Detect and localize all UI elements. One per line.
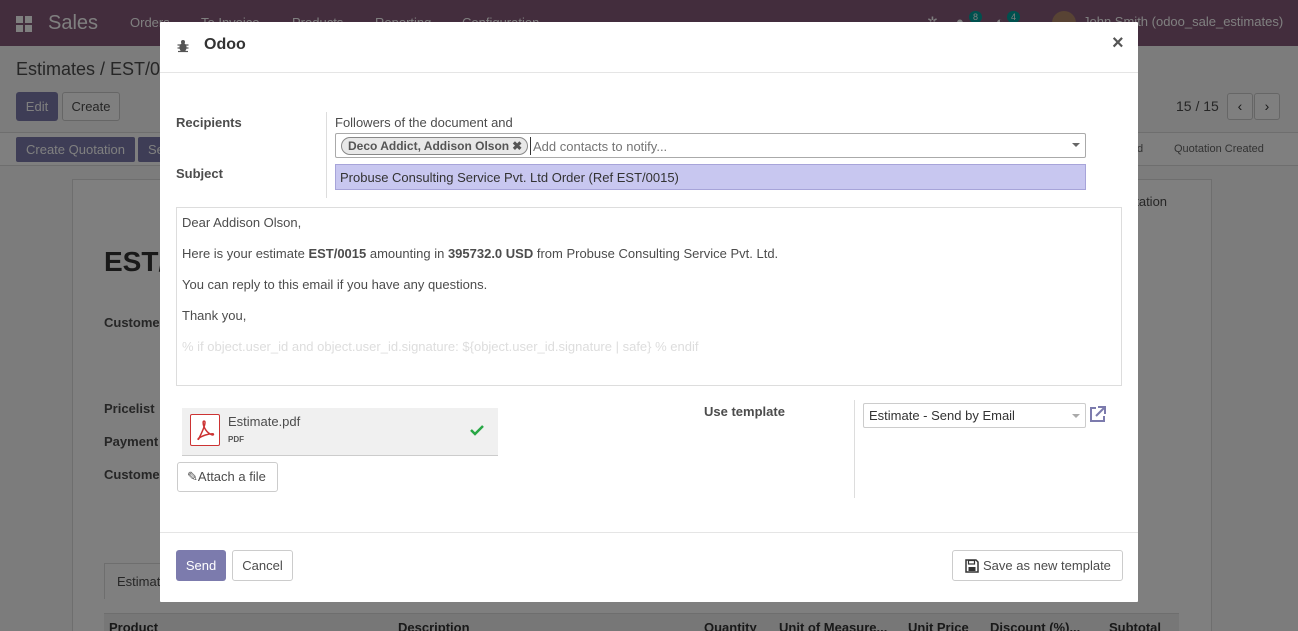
- external-link-icon[interactable]: [1088, 405, 1107, 424]
- chevron-down-icon[interactable]: [1072, 414, 1080, 418]
- field-divider: [326, 112, 327, 198]
- recipient-tag: Deco Addict, Addison Olson ✖: [341, 137, 529, 155]
- dialog-title: Odoo: [204, 36, 246, 53]
- attach-file-button[interactable]: ✎Attach a file: [177, 462, 278, 492]
- bug-icon: [177, 40, 189, 53]
- subject-input[interactable]: [335, 164, 1086, 190]
- save-icon: [965, 559, 979, 573]
- attachment-name[interactable]: Estimate.pdf: [228, 414, 300, 429]
- remove-tag-icon[interactable]: ✖: [512, 138, 522, 154]
- check-icon: [470, 425, 484, 436]
- field-divider: [854, 400, 855, 498]
- subject-label: Subject: [176, 166, 223, 181]
- attachment-type: PDF: [228, 435, 244, 444]
- paperclip-icon: ✎: [187, 469, 198, 484]
- body-template-code: % if object.user_id and object.user_id.s…: [182, 339, 699, 354]
- recipients-label: Recipients: [176, 115, 242, 130]
- body-text: Here is your estimate: [182, 246, 309, 261]
- template-select[interactable]: Estimate - Send by Email: [863, 403, 1086, 428]
- body-estimate-line: Here is your estimate EST/0015 amounting…: [182, 245, 1116, 262]
- body-closing: Thank you,: [182, 308, 247, 323]
- compose-email-dialog: Odoo × Recipients Subject Followers of t…: [160, 22, 1138, 602]
- recipient-tag-label: Deco Addict, Addison Olson: [348, 139, 510, 153]
- pdf-file-icon: [190, 414, 220, 446]
- use-template-label: Use template: [704, 404, 785, 419]
- attachment-item[interactable]: Estimate.pdf PDF: [182, 408, 498, 456]
- send-button[interactable]: Send: [176, 550, 226, 581]
- recipients-input[interactable]: [530, 137, 1050, 155]
- estimate-reference: EST/0015: [308, 246, 367, 261]
- dialog-header: Odoo ×: [160, 22, 1138, 73]
- dialog-footer: Send Cancel Save as new template: [160, 532, 1138, 602]
- followers-text: Followers of the document and: [335, 115, 513, 130]
- save-as-template-label: Save as new template: [983, 558, 1111, 573]
- recipients-field[interactable]: Deco Addict, Addison Olson ✖: [335, 133, 1086, 158]
- cancel-button[interactable]: Cancel: [232, 550, 293, 581]
- body-text: from Probuse Consulting Service Pvt. Ltd…: [533, 246, 779, 261]
- attach-file-label: Attach a file: [197, 469, 266, 484]
- estimate-amount: 395732.0 USD: [447, 246, 534, 261]
- body-reply-line: You can reply to this email if you have …: [182, 277, 488, 292]
- email-body-editor[interactable]: Dear Addison Olson, Here is your estimat…: [176, 207, 1122, 386]
- chevron-down-icon[interactable]: [1072, 143, 1080, 147]
- body-text: amounting in: [366, 246, 448, 261]
- body-greeting: Dear Addison Olson,: [182, 215, 302, 230]
- template-select-value: Estimate - Send by Email: [869, 408, 1015, 423]
- close-icon[interactable]: ×: [1112, 32, 1124, 55]
- save-as-template-button[interactable]: Save as new template: [952, 550, 1123, 581]
